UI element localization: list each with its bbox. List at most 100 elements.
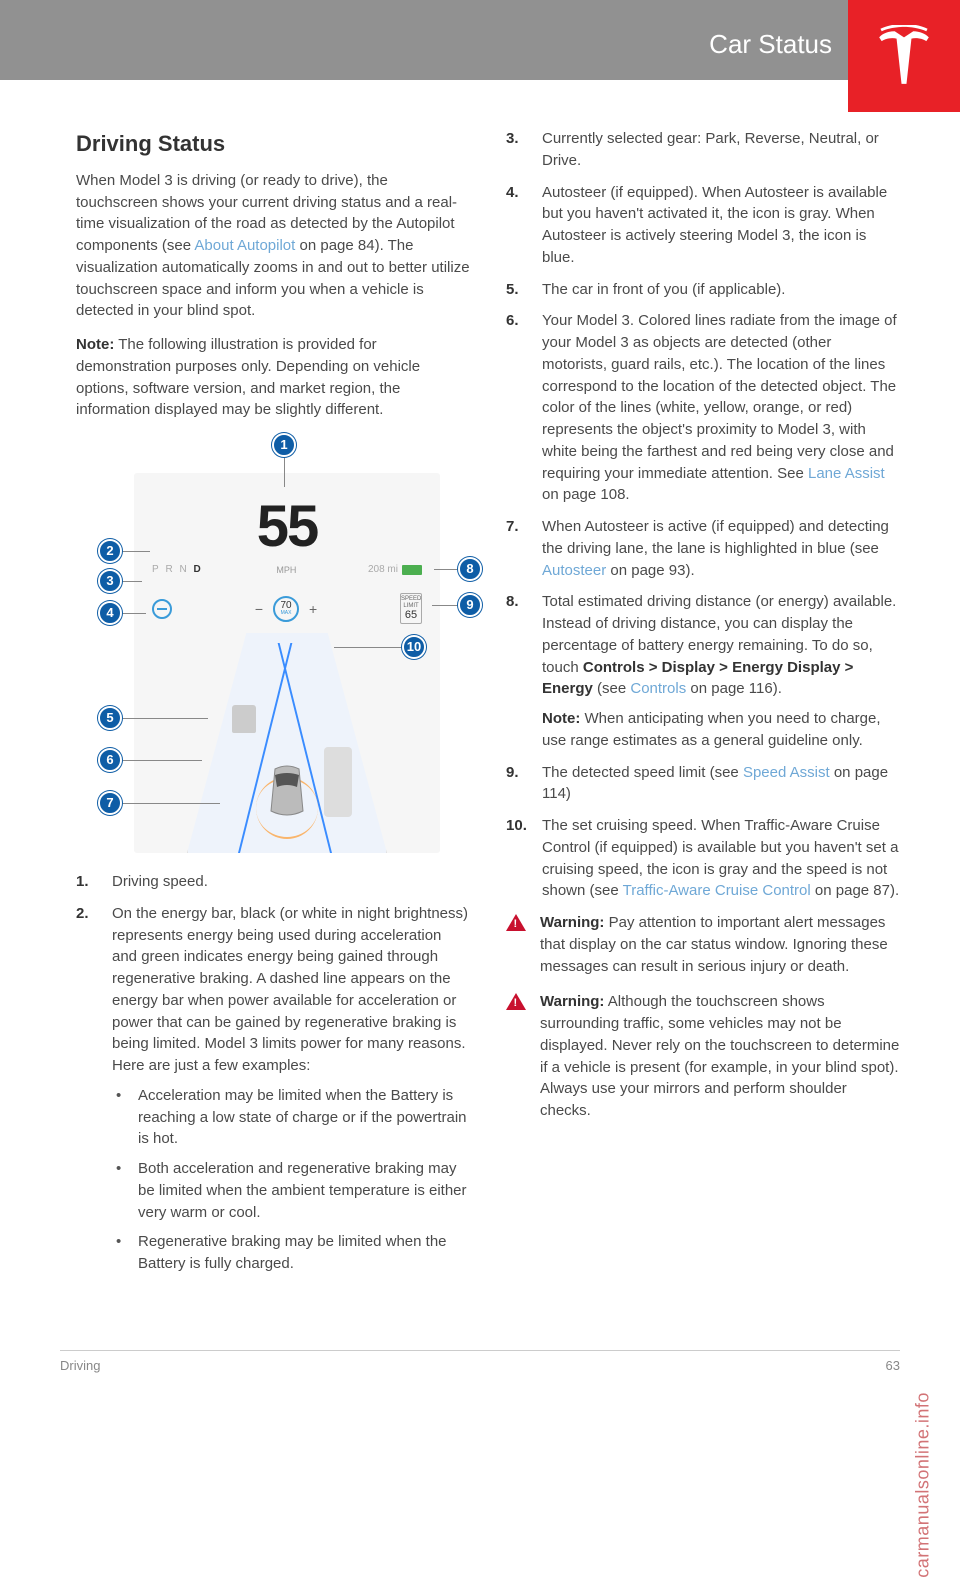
- range-value: 208 mi: [368, 563, 398, 578]
- own-car-icon: [265, 765, 309, 821]
- item-8-after: on page 116).: [686, 680, 782, 697]
- top-bar: Car Status: [0, 0, 960, 80]
- warning-icon: [506, 993, 526, 1010]
- item-4-text: Autosteer (if equipped). When Autosteer …: [542, 184, 887, 266]
- cruise-plus: +: [309, 599, 317, 619]
- speed-limit-icon: SPEED LIMIT 65: [400, 593, 422, 624]
- item-2-sub-1: Both acceleration and regenerative braki…: [112, 1158, 470, 1223]
- footer-page-num: 63: [886, 1357, 900, 1376]
- gear-p: P: [152, 564, 159, 575]
- item-8-mid: (see: [593, 680, 631, 697]
- callout-line: [122, 551, 150, 552]
- limit-value: 65: [401, 609, 421, 621]
- callout-1: 1: [272, 433, 296, 457]
- page-footer: Driving 63: [60, 1350, 900, 1376]
- warning-1: Warning: Pay attention to important aler…: [506, 912, 900, 977]
- note-label: Note:: [76, 336, 114, 353]
- speed-value: 55: [257, 485, 318, 569]
- item-2-text: On the energy bar, black (or white in ni…: [112, 905, 468, 1074]
- item-5: The car in front of you (if applicable).: [506, 279, 900, 301]
- autosteer-link[interactable]: Autosteer: [542, 562, 606, 579]
- controls-link[interactable]: Controls: [630, 680, 686, 697]
- callout-line: [334, 647, 402, 648]
- callout-line: [122, 760, 202, 761]
- cruise-max-label: MAX: [281, 611, 292, 616]
- content: Driving Status When Model 3 is driving (…: [0, 80, 960, 1285]
- item-7-before: When Autosteer is active (if equipped) a…: [542, 518, 889, 557]
- item-7: When Autosteer is active (if equipped) a…: [506, 516, 900, 581]
- right-column: Currently selected gear: Park, Reverse, …: [506, 128, 900, 1285]
- item-10-after: on page 87).: [811, 882, 899, 899]
- item-4: Autosteer (if equipped). When Autosteer …: [506, 182, 900, 269]
- item-5-text: The car in front of you (if applicable).: [542, 281, 785, 298]
- item-6: Your Model 3. Colored lines radiate from…: [506, 310, 900, 506]
- left-column: Driving Status When Model 3 is driving (…: [76, 128, 470, 1285]
- callout-10: 10: [402, 635, 426, 659]
- callout-line: [122, 803, 220, 804]
- range-display: 208 mi: [368, 563, 422, 578]
- item-2: On the energy bar, black (or white in ni…: [76, 903, 470, 1275]
- item-7-after: on page 93).: [606, 562, 694, 579]
- item-2-sublist: Acceleration may be limited when the Bat…: [112, 1085, 470, 1275]
- watermark: carmanualsonline.info: [910, 1392, 936, 1578]
- intro-paragraph: When Model 3 is driving (or ready to dri…: [76, 170, 470, 322]
- right-item-list: Currently selected gear: Park, Reverse, …: [506, 128, 900, 902]
- callout-5: 5: [98, 706, 122, 730]
- tesla-logo: [848, 0, 960, 112]
- note-paragraph: Note: The following illustration is prov…: [76, 334, 470, 421]
- footer-section: Driving: [60, 1357, 100, 1376]
- car-adjacent: [324, 747, 352, 817]
- lane-assist-link[interactable]: Lane Assist: [808, 465, 885, 482]
- item-8: Total estimated driving distance (or ene…: [506, 591, 900, 751]
- car-in-front: [232, 705, 256, 733]
- tacc-link[interactable]: Traffic-Aware Cruise Control: [623, 882, 811, 899]
- callout-3: 3: [98, 569, 122, 593]
- callout-line: [122, 718, 208, 719]
- limit-label: SPEED LIMIT: [401, 596, 421, 609]
- touchscreen-mockup: 55 P R N D MPH 208 mi: [134, 473, 440, 853]
- callout-4: 4: [98, 601, 122, 625]
- callout-line: [122, 581, 142, 582]
- autosteer-icon: [152, 599, 172, 619]
- callout-7: 7: [98, 791, 122, 815]
- item-1-text: Driving speed.: [112, 873, 208, 890]
- speed-assist-link[interactable]: Speed Assist: [743, 764, 830, 781]
- callout-9: 9: [458, 593, 482, 617]
- warning-icon: [506, 914, 526, 931]
- callout-2: 2: [98, 539, 122, 563]
- driving-status-diagram: 55 P R N D MPH 208 mi: [76, 433, 470, 853]
- item-8-note: Note: When anticipating when you need to…: [542, 708, 900, 752]
- callout-line: [122, 613, 146, 614]
- warning-2-text: Although the touchscreen shows surroundi…: [540, 993, 899, 1119]
- tesla-t-icon: [873, 25, 935, 87]
- warning-2-label: Warning:: [540, 993, 604, 1010]
- item-6-before: Your Model 3. Colored lines radiate from…: [542, 312, 897, 481]
- item-3-text: Currently selected gear: Park, Reverse, …: [542, 130, 879, 169]
- callout-6: 6: [98, 748, 122, 772]
- battery-icon: [402, 565, 422, 575]
- note-text: The following illustration is provided f…: [76, 336, 420, 418]
- left-item-list: Driving speed. On the energy bar, black …: [76, 871, 470, 1275]
- item-6-after: on page 108.: [542, 486, 630, 503]
- item-1: Driving speed.: [76, 871, 470, 893]
- gear-d: D: [193, 564, 200, 575]
- item-9: The detected speed limit (see Speed Assi…: [506, 762, 900, 806]
- item-10: The set cruising speed. When Traffic-Awa…: [506, 815, 900, 902]
- mph-label: MPH: [276, 564, 296, 577]
- callout-line: [284, 457, 285, 487]
- page-title: Car Status: [709, 26, 832, 64]
- warning-1-label: Warning:: [540, 914, 604, 931]
- cruise-speed-icon: 70 MAX: [273, 596, 299, 622]
- callout-8: 8: [458, 557, 482, 581]
- gear-n: N: [179, 564, 186, 575]
- gear-r: R: [165, 564, 172, 575]
- item-2-sub-2: Regenerative braking may be limited when…: [112, 1231, 470, 1275]
- cruise-row: − 70 MAX + SPEED LIMIT 65: [152, 593, 422, 624]
- item-8-note-text: When anticipating when you need to charg…: [542, 710, 881, 749]
- item-8-note-label: Note:: [542, 710, 580, 727]
- section-heading: Driving Status: [76, 128, 470, 160]
- item-3: Currently selected gear: Park, Reverse, …: [506, 128, 900, 172]
- about-autopilot-link[interactable]: About Autopilot: [194, 237, 295, 254]
- callout-line: [432, 605, 458, 606]
- callout-line: [434, 569, 458, 570]
